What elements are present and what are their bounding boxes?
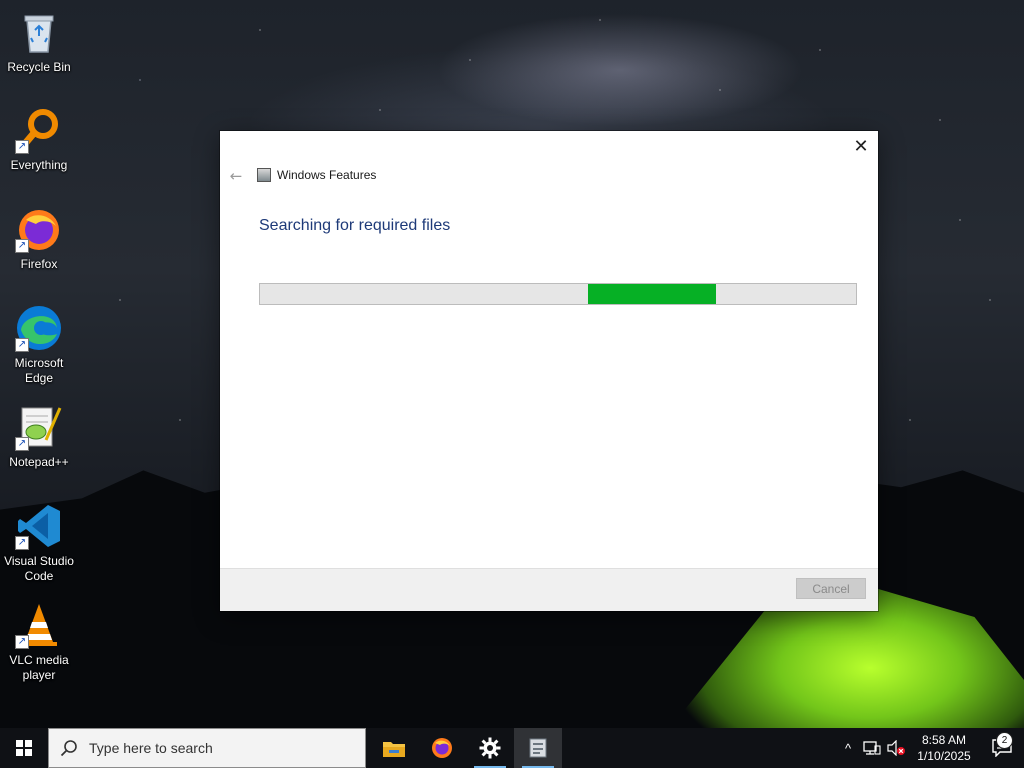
vscode-icon: ↗ [15, 502, 63, 550]
chevron-up-icon: ^ [844, 740, 852, 756]
clock-time: 8:58 AM [921, 733, 967, 747]
windows-features-icon [529, 738, 547, 758]
clock-date: 1/10/2025 [917, 749, 971, 763]
back-arrow-icon: ← [229, 167, 243, 185]
windows-logo-icon [16, 740, 32, 756]
windows-features-dialog: ✕ ← Windows Features Searching for requi… [220, 131, 878, 611]
desktop-icon-label: Recycle Bin [7, 60, 71, 74]
shortcut-arrow-icon: ↗ [15, 239, 29, 253]
taskbar-search-box[interactable]: Type here to search [48, 728, 366, 768]
network-icon[interactable] [860, 728, 884, 768]
desktop-icon-label: Firefox [20, 257, 58, 271]
vlc-icon: ↗ [15, 601, 63, 649]
dialog-title: Windows Features [277, 168, 377, 182]
file-explorer-icon [383, 742, 405, 757]
desktop-icon-firefox[interactable]: ↗ Firefox [0, 205, 78, 272]
desktop-icon-label: Microsoft Edge [14, 356, 64, 385]
taskbar-app-windows-features[interactable] [514, 728, 562, 768]
taskbar-clock[interactable]: 8:58 AM 1/10/2025 [908, 732, 980, 764]
taskbar-app-file-explorer[interactable] [370, 728, 418, 768]
progress-bar [259, 283, 857, 305]
notepadpp-icon: ↗ [15, 403, 63, 451]
firefox-icon: ↗ [15, 205, 63, 253]
search-icon [49, 739, 89, 757]
close-icon: ✕ [853, 135, 869, 157]
close-button[interactable]: ✕ [850, 135, 872, 157]
system-tray: ^ 8:58 AM 1/10/2025 2 [836, 728, 1024, 768]
desktop-icon-vscode[interactable]: ↗ Visual Studio Code [0, 502, 78, 584]
desktop-icon-recycle-bin[interactable]: Recycle Bin [0, 8, 78, 75]
search-placeholder: Type here to search [89, 740, 213, 756]
action-center-button[interactable]: 2 [980, 732, 1024, 757]
cancel-button[interactable]: Cancel [796, 578, 866, 599]
desktop-icon-notepadpp[interactable]: ↗ Notepad++ [0, 403, 78, 470]
settings-gear-icon [479, 737, 501, 759]
taskbar-app-firefox[interactable] [418, 728, 466, 768]
taskbar: Type here to search ^ 8:58 AM 1/10/2025 … [0, 728, 1024, 768]
edge-icon: ↗ [15, 304, 63, 352]
desktop: Recycle Bin ↗ Everything ↗ Firefox ↗ Mic… [0, 0, 1024, 768]
show-hidden-icons-button[interactable]: ^ [836, 728, 860, 768]
taskbar-app-settings[interactable] [466, 728, 514, 768]
desktop-icon-vlc[interactable]: ↗ VLC media player [0, 601, 78, 683]
start-button[interactable] [0, 728, 48, 768]
progress-bar-fill [587, 284, 716, 304]
desktop-icon-label: Notepad++ [9, 455, 69, 469]
shortcut-arrow-icon: ↗ [15, 635, 29, 649]
desktop-icon-edge[interactable]: ↗ Microsoft Edge [0, 304, 78, 386]
everything-search-icon: ↗ [15, 106, 63, 154]
back-button[interactable]: ← [226, 167, 246, 185]
desktop-icon-everything[interactable]: ↗ Everything [0, 106, 78, 173]
windows-features-icon [257, 168, 271, 182]
shortcut-arrow-icon: ↗ [15, 437, 29, 451]
shortcut-arrow-icon: ↗ [15, 338, 29, 352]
desktop-icon-label: Visual Studio Code [4, 554, 74, 583]
shortcut-arrow-icon: ↗ [15, 140, 29, 154]
dialog-footer: Cancel [220, 568, 878, 611]
volume-muted-icon[interactable] [884, 728, 908, 768]
dialog-title-row: Windows Features [257, 168, 376, 182]
shortcut-arrow-icon: ↗ [15, 536, 29, 550]
recycle-bin-icon [15, 8, 63, 56]
notification-count-badge: 2 [996, 732, 1013, 749]
desktop-icon-label: Everything [10, 158, 68, 172]
firefox-icon [432, 738, 452, 758]
desktop-icon-label: VLC media player [9, 653, 69, 682]
dialog-heading: Searching for required files [259, 217, 451, 234]
